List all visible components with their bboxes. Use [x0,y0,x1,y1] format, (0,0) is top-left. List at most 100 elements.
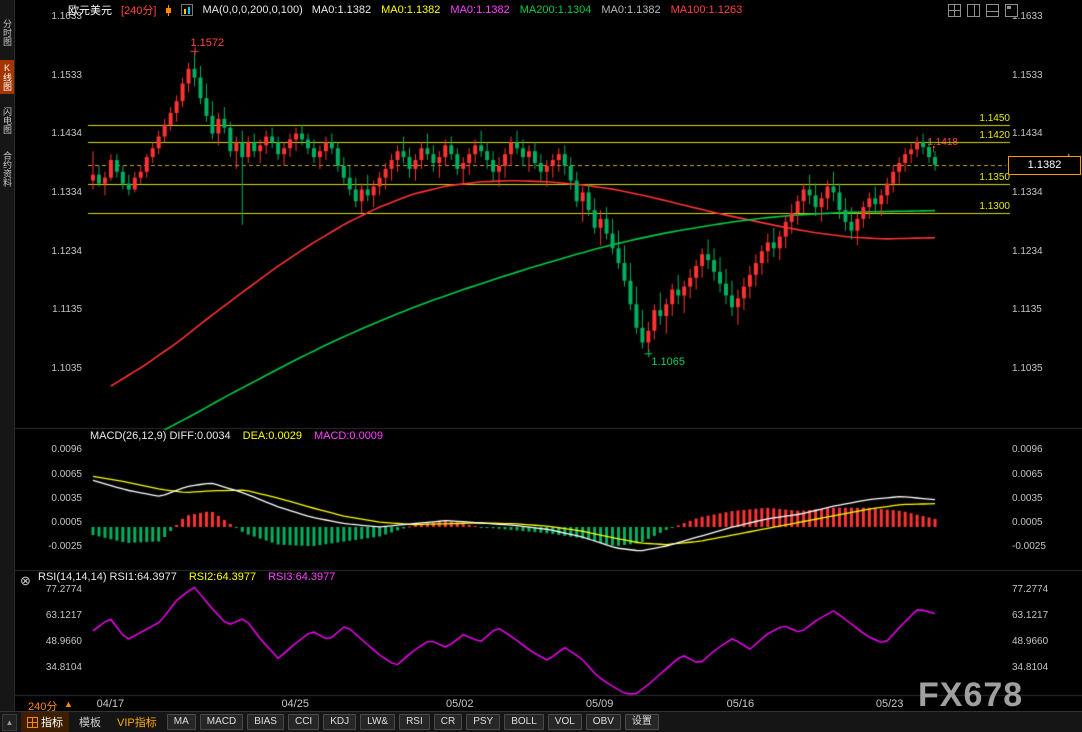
rsi-axis-tick: 34.8104 [30,662,82,673]
price-axis-tick: 1.1533 [30,70,82,81]
indicator-button-psy[interactable]: PSY [466,714,500,730]
ma-values: MA0:1.1382 MA0:1.1382 MA0:1.1382 MA200:1.13… [312,4,742,16]
ma-value-3: MA0:1.1382 [450,4,509,16]
ma-value-2: MA0:1.1382 [381,4,440,16]
x-axis-label: 04/25 [273,698,317,710]
macd-axis-tick: 0.0096 [30,444,82,455]
symbol-name: 欧元美元 [68,2,112,18]
sidebar-item-2[interactable]: K线图 [0,60,14,94]
price-axis-tick: 1.1434 [1012,128,1068,139]
macd-axis-tick: -0.0025 [30,541,82,552]
price-axis-tick: 1.1135 [1012,304,1068,315]
settings-button[interactable]: 设置 [625,714,659,730]
tab-label: 指标 [41,714,63,730]
macd-axis-tick: 0.0096 [1012,444,1068,455]
level-price-label: 1.1300 [960,201,1010,212]
price-axis-tick: 1.1234 [30,246,82,257]
x-axis-label: 04/17 [88,698,132,710]
indicator-button-kdj[interactable]: KDJ [323,714,356,730]
macd-axis-tick: 0.0005 [1012,517,1068,528]
axis-labels-layer: 1.16331.16331.15331.15331.14341.14341.13… [0,0,1082,732]
ma-value-6: MA100:1.1263 [671,4,743,16]
last-candle-up-arrow-icon: ↑ [931,143,937,155]
x-axis-label: 05/09 [578,698,622,710]
x-axis-label: 05/16 [718,698,762,710]
trading-app-window: 分时图 K线图闪电图合约资料 欧元美元 [240分] MA(0,0,0,200,0… [0,0,1082,732]
close-indicator-icon[interactable]: ⊗ [20,573,31,589]
indicator-grid-icon [27,717,38,728]
price-axis-tick: 1.1035 [30,363,82,374]
bottom-toolbar: ▲ 指标模板 VIP指标 MAMACDBIASCCIKDJLW&RSICRPSYBO… [0,711,1082,732]
indicator-button-cci[interactable]: CCI [288,714,319,730]
price-axis-tick: 1.1334 [1012,187,1068,198]
level-price-label: 1.1420 [960,130,1010,141]
price-axis-tick: 1.1334 [30,187,82,198]
candle-icon [165,5,172,16]
macd-axis-tick: 0.0065 [1012,469,1068,480]
tab-2[interactable]: 模板 [73,712,107,732]
indicator-button-macd[interactable]: MACD [200,714,243,730]
ma-value-5: MA0:1.1382 [601,4,660,16]
low-price-annotation: 1.1065 [651,356,685,368]
rsi-header: RSI(14,14,14) RSI1:64.3977 RSI2:64.3977 RS… [38,571,335,583]
sidebar-item-4[interactable]: 合约资料 [0,148,14,190]
macd-header-part-1: MACD(26,12,9) DIFF:0.0034 [90,430,231,442]
rsi-header-part-1: RSI(14,14,14) RSI1:64.3977 [38,571,177,583]
rsi-axis-tick: 34.8104 [1012,662,1068,673]
rsi-axis-tick: 48.9660 [1012,636,1068,647]
tab-3[interactable]: VIP指标 [111,712,163,732]
rsi-axis-tick: 77.2774 [1012,584,1068,595]
indicator-button-rsi[interactable]: RSI [399,714,430,730]
current-price-box: 1.1382 [1008,156,1081,175]
macd-axis-tick: 0.0035 [30,493,82,504]
current-price-value: 1.1382 [1028,159,1062,171]
indicator-button-lw[interactable]: LW& [360,714,395,730]
rsi-header-part-2: RSI2:64.3977 [189,571,256,583]
macd-header: MACD(26,12,9) DIFF:0.0034 DEA:0.0029 MACD:… [90,430,383,442]
sidebar-item-3[interactable]: 闪电图 [0,104,14,137]
x-axis-label: 05/02 [438,698,482,710]
layout-quad-icon[interactable] [948,4,961,17]
layout-horizontal-split-icon[interactable] [986,4,999,17]
ma-config-label: MA(0,0,0,200,0,100) [202,4,302,16]
rsi-axis-tick: 77.2774 [30,584,82,595]
macd-axis-tick: -0.0025 [1012,541,1068,552]
rsi-axis-tick: 63.1217 [1012,610,1068,621]
indicator-button-bias[interactable]: BIAS [247,714,284,730]
tab-label: 模板 [79,714,101,730]
indicator-button-vol[interactable]: VOL [548,714,582,730]
macd-axis-tick: 0.0005 [30,517,82,528]
indicator-button-obv[interactable]: OBV [586,714,621,730]
watermark: FX678 [918,676,1023,715]
macd-axis-tick: 0.0035 [1012,493,1068,504]
price-axis-tick: 1.1035 [1012,363,1068,374]
indicator-button-ma[interactable]: MA [167,714,196,730]
ma-value-4: MA200:1.1304 [520,4,592,16]
indicator-button-cr[interactable]: CR [434,714,462,730]
rsi-header-part-3: RSI3:64.3977 [268,571,335,583]
macd-header-part-3: MACD:0.0009 [314,430,383,442]
level-price-label: 1.1350 [960,172,1010,183]
level-price-label: 1.1450 [960,113,1010,124]
indicator-button-boll[interactable]: BOLL [504,714,544,730]
layout-single-icon[interactable] [1005,4,1018,17]
period-label: [240分] [121,2,156,18]
price-axis-tick: 1.1135 [30,304,82,315]
macd-header-part-2: DEA:0.0029 [243,430,302,442]
sidebar-item-1[interactable]: 分时图 [0,16,14,49]
sidebar: 分时图 K线图闪电图合约资料 [0,0,15,732]
macd-axis-tick: 0.0065 [30,469,82,480]
high-price-annotation: 1.1572 [191,37,225,49]
price-axis-tick: 1.1434 [30,128,82,139]
window-layout-controls [948,4,1018,17]
rsi-axis-tick: 63.1217 [30,610,82,621]
ma-value-1: MA0:1.1382 [312,4,371,16]
rsi-axis-tick: 48.9660 [30,636,82,647]
price-axis-tick: 1.1234 [1012,246,1068,257]
tab-label: VIP指标 [117,714,157,730]
collapse-toolbar-button[interactable]: ▲ [2,714,17,731]
ma-settings-icon[interactable] [181,4,193,16]
chart-header: 欧元美元 [240分] MA(0,0,0,200,0,100) MA0:1.13… [14,0,1082,20]
layout-vertical-split-icon[interactable] [967,4,980,17]
tab-1[interactable]: 指标 [21,712,69,732]
